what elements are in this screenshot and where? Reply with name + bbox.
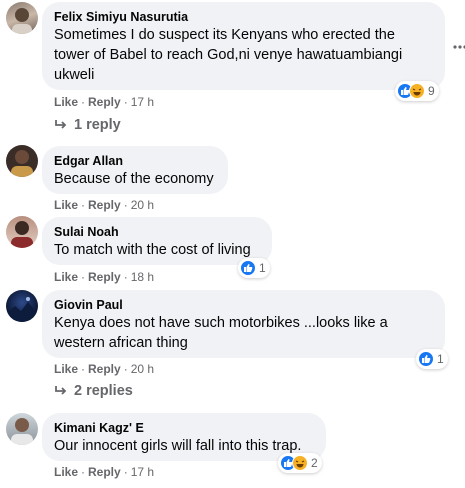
reaction-count: 2 xyxy=(311,456,318,470)
reaction-summary[interactable]: 9 xyxy=(395,81,439,101)
timestamp[interactable]: 17 h xyxy=(131,95,154,109)
more-options-icon[interactable] xyxy=(452,42,465,52)
haha-icon xyxy=(292,455,308,471)
reply-button[interactable]: Reply xyxy=(88,362,121,376)
replies-count: 2 replies xyxy=(74,383,133,399)
avatar[interactable] xyxy=(6,2,38,34)
reaction-summary[interactable]: 1 xyxy=(416,349,448,369)
comment-actions: Like · Reply · 17 h xyxy=(54,465,155,479)
comment-bubble: Felix Simiyu Nasurutia Sometimes I do su… xyxy=(42,2,445,90)
haha-icon xyxy=(409,83,425,99)
reply-button[interactable]: Reply xyxy=(88,270,121,284)
timestamp[interactable]: 17 h xyxy=(131,465,154,479)
like-button[interactable]: Like xyxy=(54,95,78,109)
reaction-count: 1 xyxy=(259,261,266,275)
replies-count: 1 reply xyxy=(74,117,121,133)
avatar[interactable] xyxy=(6,413,38,445)
comment-text: Sometimes I do suspect its Kenyans who e… xyxy=(54,27,403,83)
person-avatar-icon xyxy=(12,8,32,34)
comment-text: Kenya does not have such motorbikes ...l… xyxy=(54,315,388,351)
avatar[interactable] xyxy=(6,216,38,248)
view-replies-link[interactable]: 1 reply xyxy=(54,117,121,133)
avatar[interactable] xyxy=(6,290,38,322)
like-button[interactable]: Like xyxy=(54,362,78,376)
avatar[interactable] xyxy=(6,145,38,177)
reaction-count: 9 xyxy=(428,84,435,98)
reply-arrow-icon xyxy=(55,386,67,395)
reaction-summary[interactable]: 2 xyxy=(278,453,322,473)
reply-button[interactable]: Reply xyxy=(88,465,121,479)
like-button[interactable]: Like xyxy=(54,198,78,212)
person-avatar-icon xyxy=(11,221,33,248)
reply-button[interactable]: Reply xyxy=(88,95,121,109)
timestamp[interactable]: 20 h xyxy=(131,198,154,212)
comment-bubble: Sulai Noah To match with the cost of liv… xyxy=(42,217,272,265)
author-name[interactable]: Edgar Allan xyxy=(54,153,216,169)
author-name[interactable]: Kimani Kagz' E xyxy=(54,420,314,436)
author-name[interactable]: Giovin Paul xyxy=(54,297,433,313)
like-icon xyxy=(240,260,256,276)
comment-text: Our innocent girls will fall into this t… xyxy=(54,438,302,454)
comment-actions: Like · Reply · 20 h xyxy=(54,362,155,376)
comment-bubble: Edgar Allan Because of the economy xyxy=(42,146,228,194)
reaction-count: 1 xyxy=(437,352,444,366)
reply-button[interactable]: Reply xyxy=(88,198,121,212)
reaction-summary[interactable]: 1 xyxy=(238,258,270,278)
like-icon xyxy=(418,351,434,367)
person-avatar-icon xyxy=(11,150,33,177)
comment-text: To match with the cost of living xyxy=(54,242,251,258)
author-name[interactable]: Felix Simiyu Nasurutia xyxy=(54,9,433,25)
timestamp[interactable]: 18 h xyxy=(131,270,154,284)
comment-text: Because of the economy xyxy=(54,171,214,187)
timestamp[interactable]: 20 h xyxy=(131,362,154,376)
person-avatar-icon xyxy=(11,418,33,445)
comment-actions: Like · Reply · 20 h xyxy=(54,198,155,212)
author-name[interactable]: Sulai Noah xyxy=(54,224,260,240)
like-button[interactable]: Like xyxy=(54,465,78,479)
view-replies-link[interactable]: 2 replies xyxy=(54,383,133,399)
like-button[interactable]: Like xyxy=(54,270,78,284)
comment-actions: Like · Reply · 17 h xyxy=(54,95,155,109)
reply-arrow-icon xyxy=(55,120,67,129)
comment-actions: Like · Reply · 18 h xyxy=(54,270,155,284)
comment-bubble: Giovin Paul Kenya does not have such mot… xyxy=(42,290,445,358)
landscape-avatar-icon xyxy=(6,297,38,322)
